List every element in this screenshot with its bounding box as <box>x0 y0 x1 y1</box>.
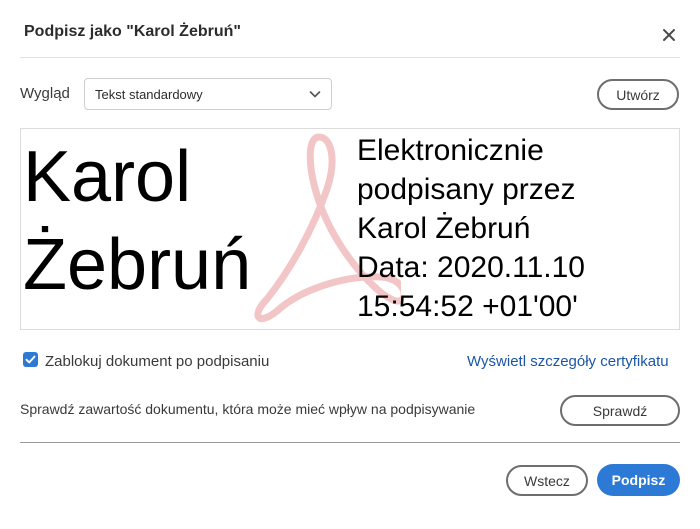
signature-detail-line: Elektronicznie <box>357 134 544 167</box>
create-button[interactable]: Utwórz <box>597 79 679 110</box>
dialog-title: Podpisz jako "Karol Żebruń" <box>24 23 241 40</box>
checkmark-icon <box>25 355 36 364</box>
view-certificate-link[interactable]: Wyświetl szczegóły certyfikatu <box>467 353 669 370</box>
appearance-selected-value: Tekst standardowy <box>95 87 203 102</box>
signature-name-line: Żebruń <box>23 225 252 305</box>
signature-detail-line: Karol Żebruń <box>357 212 531 245</box>
verify-button[interactable]: Sprawdź <box>560 395 680 426</box>
back-button[interactable]: Wstecz <box>506 465 588 496</box>
chevron-down-icon <box>308 87 322 101</box>
lock-document-label[interactable]: Zablokuj dokument po podpisaniu <box>45 353 269 370</box>
signature-name-line: Karol <box>23 137 192 217</box>
signature-detail-line: Data: 2020.11.10 <box>357 251 585 284</box>
verify-description: Sprawdź zawartość dokumentu, która może … <box>20 401 476 417</box>
sign-dialog: Podpisz jako "Karol Żebruń" Wygląd Tekst… <box>0 0 700 529</box>
footer-divider <box>20 442 680 443</box>
sign-button[interactable]: Podpisz <box>597 464 680 496</box>
appearance-label: Wygląd <box>20 85 70 102</box>
signature-name: Karol Żebruń <box>23 133 251 309</box>
signature-detail-line: 15:54:52 +01'00' <box>357 290 578 323</box>
signature-details: Elektronicznie podpisany przez Karol Żeb… <box>357 131 585 326</box>
signature-preview: Karol Żebruń Elektronicznie podpisany pr… <box>20 128 680 330</box>
header-divider <box>20 57 680 58</box>
close-icon[interactable] <box>660 26 678 44</box>
appearance-dropdown[interactable]: Tekst standardowy <box>84 78 332 110</box>
lock-document-checkbox[interactable] <box>23 352 38 367</box>
signature-detail-line: podpisany przez <box>357 173 576 206</box>
